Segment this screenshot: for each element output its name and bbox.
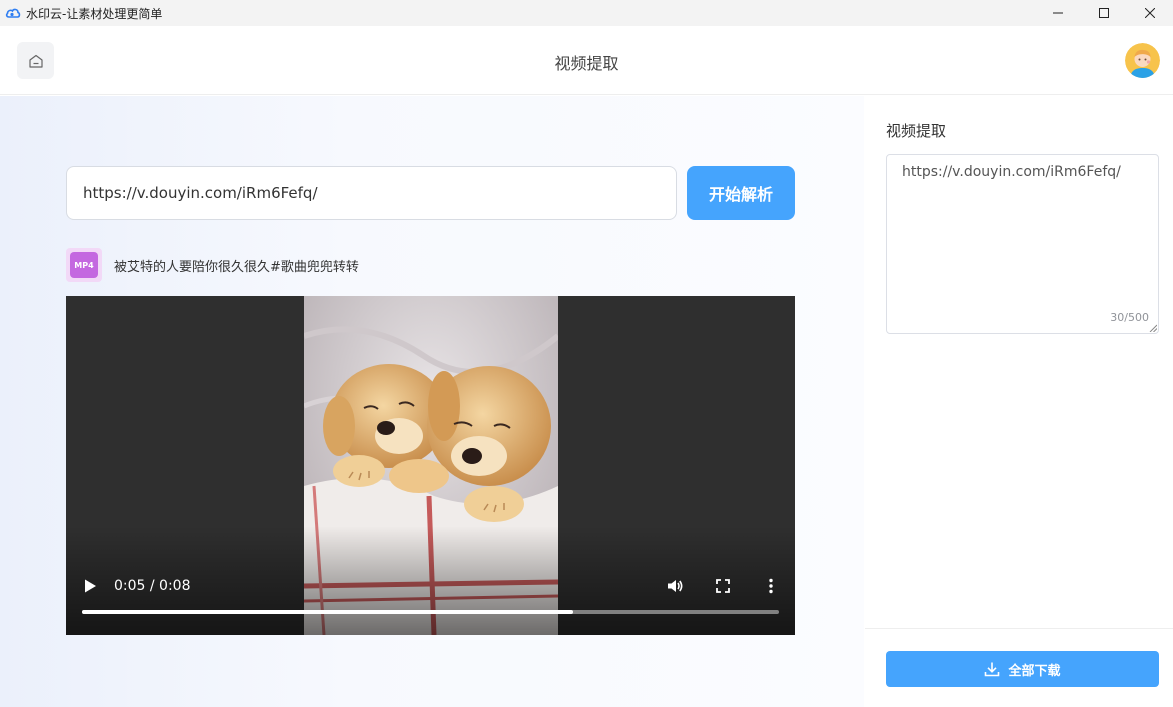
url-input[interactable] [66, 166, 677, 220]
resize-handle-icon[interactable] [1149, 324, 1157, 332]
mp4-file-icon: MP4 [66, 248, 102, 282]
play-icon[interactable] [82, 578, 98, 594]
char-count: 30/500 [1110, 311, 1149, 324]
playback-time: 0:05 / 0:08 [114, 578, 191, 594]
more-options-icon[interactable] [762, 577, 780, 595]
url-list-textarea[interactable]: https://v.douyin.com/iRm6Fefq/ 30/500 [886, 154, 1159, 334]
video-player[interactable]: 0:05 / 0:08 [66, 296, 795, 635]
maximize-icon [1099, 8, 1109, 18]
maximize-button[interactable] [1081, 0, 1127, 26]
side-footer: 全部下载 [865, 628, 1173, 707]
page-header: 视频提取 [0, 26, 1173, 95]
close-button[interactable] [1127, 0, 1173, 26]
close-icon [1145, 8, 1155, 18]
mp4-badge-label: MP4 [70, 252, 98, 278]
cloud-logo-icon [5, 5, 21, 21]
progress-fill [82, 610, 574, 614]
media-title: 被艾特的人要陪你很久很久#歌曲兜兜转转 [114, 259, 359, 275]
volume-icon[interactable] [666, 577, 684, 595]
avatar[interactable] [1125, 43, 1160, 78]
main-panel: 开始解析 MP4 被艾特的人要陪你很久很久#歌曲兜兜转转 [0, 96, 864, 707]
media-info: MP4 被艾特的人要陪你很久很久#歌曲兜兜转转 [66, 248, 359, 282]
window-title: 水印云-让素材处理更简单 [26, 6, 163, 21]
download-icon [985, 662, 1000, 677]
download-all-button[interactable]: 全部下载 [886, 651, 1159, 687]
fullscreen-icon[interactable] [714, 577, 732, 595]
textarea-content: https://v.douyin.com/iRm6Fefq/ [902, 164, 1121, 180]
side-panel-title: 视频提取 [886, 122, 947, 140]
window-controls [1035, 0, 1173, 26]
side-panel: 视频提取 https://v.douyin.com/iRm6Fefq/ 30/5… [865, 96, 1173, 707]
download-all-label: 全部下载 [1008, 663, 1061, 679]
page-title: 视频提取 [554, 54, 619, 73]
minimize-button[interactable] [1035, 0, 1081, 26]
progress-bar[interactable] [82, 610, 779, 614]
window-titlebar: 水印云-让素材处理更简单 [0, 0, 1173, 26]
minimize-icon [1053, 12, 1063, 14]
start-parse-button[interactable]: 开始解析 [687, 166, 795, 220]
